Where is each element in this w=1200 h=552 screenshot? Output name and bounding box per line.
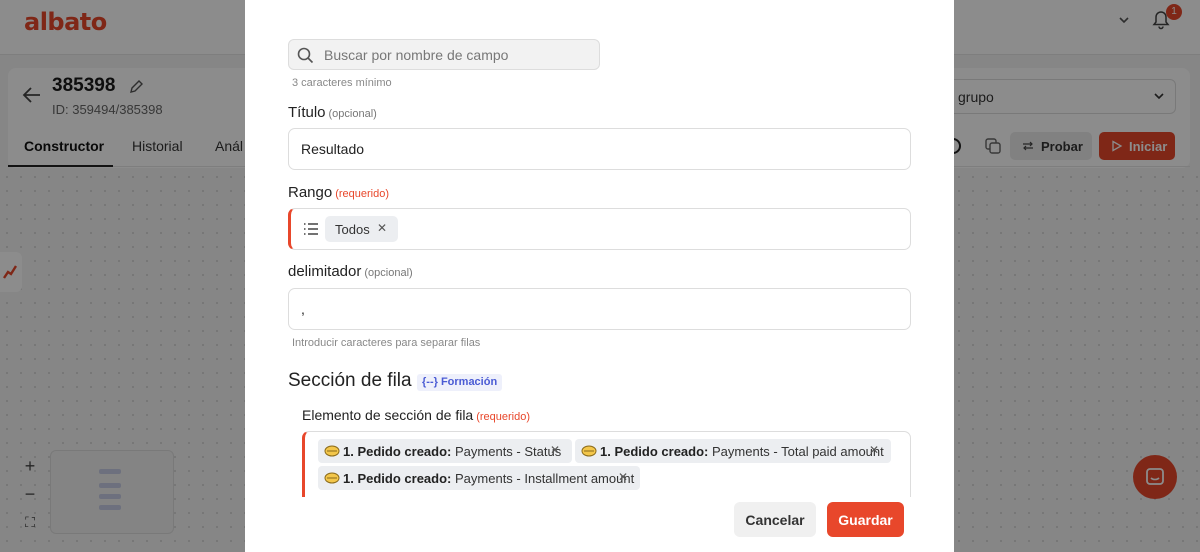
- row-element-input[interactable]: 1. Pedido creado: Payments - Status ✕ 1.…: [302, 431, 911, 497]
- field-chip[interactable]: 1. Pedido creado: Payments - Status ✕: [318, 439, 572, 463]
- optional-tag: (opcional): [364, 267, 413, 279]
- search-hint: 3 caracteres mínimo: [292, 77, 392, 89]
- field-chip[interactable]: 1. Pedido creado: Payments - Total paid …: [575, 439, 891, 463]
- delimiter-input-value: ,: [301, 301, 305, 317]
- remove-chip-icon[interactable]: ✕: [869, 443, 879, 457]
- chip-source: 1. Pedido creado:: [343, 471, 452, 486]
- list-icon[interactable]: [303, 222, 319, 236]
- range-field-label: Rango (requerido): [288, 184, 389, 201]
- search-field[interactable]: [288, 39, 600, 70]
- delimiter-field-label: delimitador (opcional): [288, 263, 413, 280]
- formation-badge[interactable]: {--} Formación: [417, 374, 503, 391]
- row-element-label: Elemento de sección de fila (requerido): [302, 407, 530, 423]
- field-chip-text: 1. Pedido creado: Payments - Total paid …: [600, 444, 884, 459]
- chip-source: 1. Pedido creado:: [600, 444, 709, 459]
- title-label-text: Título: [288, 104, 326, 121]
- row-section-title: Sección de fila: [288, 370, 412, 391]
- cancel-button[interactable]: Cancelar: [734, 502, 816, 537]
- field-chip-text: 1. Pedido creado: Payments - Installment…: [343, 471, 634, 486]
- title-input[interactable]: Resultado: [288, 128, 911, 170]
- title-field-label: Título (opcional): [288, 104, 377, 121]
- required-tag: (requerido): [476, 411, 531, 423]
- range-chip-label: Todos: [335, 222, 370, 237]
- search-input[interactable]: [324, 46, 594, 64]
- save-button[interactable]: Guardar: [827, 502, 904, 537]
- remove-chip-icon[interactable]: ✕: [618, 470, 628, 484]
- delimiter-label-text: delimitador: [288, 263, 362, 280]
- chip-field: Payments - Status: [455, 444, 562, 459]
- chip-field: Payments - Installment amount: [455, 471, 635, 486]
- remove-chip-icon[interactable]: ✕: [377, 221, 387, 235]
- required-tag: (requerido): [335, 188, 390, 200]
- search-icon: [297, 47, 314, 64]
- delimiter-input[interactable]: ,: [288, 288, 911, 330]
- pie-icon: [324, 472, 340, 484]
- delimiter-hint: Introducir caracteres para separar filas: [292, 337, 481, 349]
- pie-icon: [324, 445, 340, 457]
- field-config-modal: 3 caracteres mínimo Título(opcional) Res…: [245, 0, 954, 552]
- field-chip[interactable]: 1. Pedido creado: Payments - Installment…: [318, 466, 640, 490]
- chip-field: Payments - Total paid amount: [712, 444, 884, 459]
- field-chip-text: 1. Pedido creado: Payments - Status: [343, 444, 561, 459]
- pie-icon: [581, 445, 597, 457]
- chip-source: 1. Pedido creado:: [343, 444, 452, 459]
- title-input-value: Resultado: [301, 141, 365, 157]
- row-element-label-text: Elemento de sección de fila: [302, 407, 474, 423]
- remove-chip-icon[interactable]: ✕: [550, 443, 560, 457]
- range-chip[interactable]: Todos ✕: [325, 216, 398, 242]
- range-input[interactable]: Todos ✕: [288, 208, 911, 250]
- optional-tag: (opcional): [328, 108, 377, 120]
- range-label-text: Rango: [288, 184, 333, 201]
